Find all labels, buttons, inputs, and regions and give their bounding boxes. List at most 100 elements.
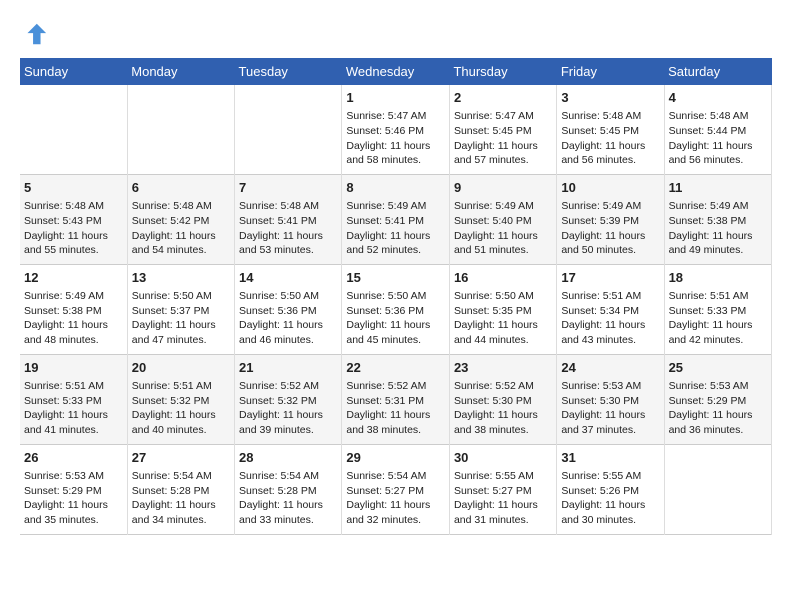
cell-content: Sunrise: 5:52 AMSunset: 5:31 PMDaylight:…: [346, 379, 445, 438]
day-number: 12: [24, 269, 123, 287]
weekday-header: Thursday: [449, 58, 556, 85]
calendar-cell: 11 Sunrise: 5:49 AMSunset: 5:38 PMDayligh…: [664, 174, 771, 264]
day-number: 11: [669, 179, 767, 197]
calendar-cell: [127, 85, 234, 174]
day-number: 30: [454, 449, 552, 467]
weekday-row: SundayMondayTuesdayWednesdayThursdayFrid…: [20, 58, 772, 85]
cell-content: Sunrise: 5:49 AMSunset: 5:40 PMDaylight:…: [454, 199, 552, 258]
calendar-week-row: 19 Sunrise: 5:51 AMSunset: 5:33 PMDayligh…: [20, 354, 772, 444]
day-number: 2: [454, 89, 552, 107]
cell-content: Sunrise: 5:48 AMSunset: 5:44 PMDaylight:…: [669, 109, 767, 168]
logo-icon: [20, 20, 48, 48]
day-number: 14: [239, 269, 337, 287]
day-number: 23: [454, 359, 552, 377]
calendar-cell: 2 Sunrise: 5:47 AMSunset: 5:45 PMDaylight…: [449, 85, 556, 174]
day-number: 6: [132, 179, 230, 197]
calendar-week-row: 1Sunrise: 5:47 AMSunset: 5:46 PMDaylight…: [20, 85, 772, 174]
calendar-cell: 6Sunrise: 5:48 AMSunset: 5:42 PMDaylight…: [127, 174, 234, 264]
cell-content: Sunrise: 5:52 AMSunset: 5:30 PMDaylight:…: [454, 379, 552, 438]
day-number: 25: [669, 359, 767, 377]
calendar-cell: 16 Sunrise: 5:50 AMSunset: 5:35 PMDayligh…: [449, 264, 556, 354]
calendar-cell: 13Sunrise: 5:50 AMSunset: 5:37 PMDayligh…: [127, 264, 234, 354]
calendar-week-row: 12Sunrise: 5:49 AMSunset: 5:38 PMDayligh…: [20, 264, 772, 354]
page-header: [20, 20, 772, 48]
weekday-header: Tuesday: [235, 58, 342, 85]
calendar-cell: [20, 85, 127, 174]
day-number: 24: [561, 359, 659, 377]
calendar-cell: 1Sunrise: 5:47 AMSunset: 5:46 PMDaylight…: [342, 85, 450, 174]
calendar-cell: 5 Sunrise: 5:48 AMSunset: 5:43 PMDaylight…: [20, 174, 127, 264]
day-number: 1: [346, 89, 445, 107]
cell-content: Sunrise: 5:51 AMSunset: 5:34 PMDaylight:…: [561, 289, 659, 348]
cell-content: Sunrise: 5:51 AMSunset: 5:33 PMDaylight:…: [24, 379, 123, 438]
cell-content: Sunrise: 5:48 AMSunset: 5:41 PMDaylight:…: [239, 199, 337, 258]
day-number: 7: [239, 179, 337, 197]
cell-content: Sunrise: 5:54 AMSunset: 5:28 PMDaylight:…: [239, 469, 337, 528]
day-number: 8: [346, 179, 445, 197]
weekday-header: Saturday: [664, 58, 771, 85]
calendar-cell: 24Sunrise: 5:53 AMSunset: 5:30 PMDayligh…: [557, 354, 664, 444]
calendar-cell: 4 Sunrise: 5:48 AMSunset: 5:44 PMDaylight…: [664, 85, 771, 174]
calendar-cell: 7 Sunrise: 5:48 AMSunset: 5:41 PMDaylight…: [235, 174, 342, 264]
day-number: 31: [561, 449, 659, 467]
calendar-cell: 3Sunrise: 5:48 AMSunset: 5:45 PMDaylight…: [557, 85, 664, 174]
calendar-cell: 15Sunrise: 5:50 AMSunset: 5:36 PMDayligh…: [342, 264, 450, 354]
calendar-table: SundayMondayTuesdayWednesdayThursdayFrid…: [20, 58, 772, 535]
cell-content: Sunrise: 5:50 AMSunset: 5:36 PMDaylight:…: [239, 289, 337, 348]
calendar-cell: 31 Sunrise: 5:55 AMSunset: 5:26 PMDayligh…: [557, 444, 664, 534]
calendar-body: 1Sunrise: 5:47 AMSunset: 5:46 PMDaylight…: [20, 85, 772, 534]
cell-content: Sunrise: 5:48 AMSunset: 5:43 PMDaylight:…: [24, 199, 123, 258]
cell-content: Sunrise: 5:54 AMSunset: 5:27 PMDaylight:…: [346, 469, 445, 528]
calendar-cell: 27 Sunrise: 5:54 AMSunset: 5:28 PMDayligh…: [127, 444, 234, 534]
day-number: 16: [454, 269, 552, 287]
calendar-cell: 28Sunrise: 5:54 AMSunset: 5:28 PMDayligh…: [235, 444, 342, 534]
calendar-cell: 12Sunrise: 5:49 AMSunset: 5:38 PMDayligh…: [20, 264, 127, 354]
cell-content: Sunrise: 5:49 AMSunset: 5:41 PMDaylight:…: [346, 199, 445, 258]
calendar-cell: 17 Sunrise: 5:51 AMSunset: 5:34 PMDayligh…: [557, 264, 664, 354]
cell-content: Sunrise: 5:54 AMSunset: 5:28 PMDaylight:…: [132, 469, 230, 528]
day-number: 17: [561, 269, 659, 287]
day-number: 10: [561, 179, 659, 197]
day-number: 9: [454, 179, 552, 197]
calendar-header: SundayMondayTuesdayWednesdayThursdayFrid…: [20, 58, 772, 85]
calendar-cell: 21 Sunrise: 5:52 AMSunset: 5:32 PMDayligh…: [235, 354, 342, 444]
calendar-week-row: 5 Sunrise: 5:48 AMSunset: 5:43 PMDaylight…: [20, 174, 772, 264]
cell-content: Sunrise: 5:52 AMSunset: 5:32 PMDaylight:…: [239, 379, 337, 438]
cell-content: Sunrise: 5:49 AMSunset: 5:38 PMDaylight:…: [669, 199, 767, 258]
cell-content: Sunrise: 5:50 AMSunset: 5:35 PMDaylight:…: [454, 289, 552, 348]
day-number: 19: [24, 359, 123, 377]
calendar-week-row: 26Sunrise: 5:53 AMSunset: 5:29 PMDayligh…: [20, 444, 772, 534]
calendar-cell: 30Sunrise: 5:55 AMSunset: 5:27 PMDayligh…: [449, 444, 556, 534]
cell-content: Sunrise: 5:55 AMSunset: 5:26 PMDaylight:…: [561, 469, 659, 528]
cell-content: Sunrise: 5:53 AMSunset: 5:29 PMDaylight:…: [24, 469, 123, 528]
weekday-header: Sunday: [20, 58, 127, 85]
calendar-cell: 25 Sunrise: 5:53 AMSunset: 5:29 PMDayligh…: [664, 354, 771, 444]
day-number: 5: [24, 179, 123, 197]
day-number: 29: [346, 449, 445, 467]
day-number: 27: [132, 449, 230, 467]
cell-content: Sunrise: 5:50 AMSunset: 5:37 PMDaylight:…: [132, 289, 230, 348]
calendar-cell: 23 Sunrise: 5:52 AMSunset: 5:30 PMDayligh…: [449, 354, 556, 444]
day-number: 22: [346, 359, 445, 377]
calendar-cell: 22 Sunrise: 5:52 AMSunset: 5:31 PMDayligh…: [342, 354, 450, 444]
cell-content: Sunrise: 5:47 AMSunset: 5:45 PMDaylight:…: [454, 109, 552, 168]
weekday-header: Friday: [557, 58, 664, 85]
cell-content: Sunrise: 5:53 AMSunset: 5:29 PMDaylight:…: [669, 379, 767, 438]
weekday-header: Wednesday: [342, 58, 450, 85]
calendar-cell: [664, 444, 771, 534]
cell-content: Sunrise: 5:49 AMSunset: 5:39 PMDaylight:…: [561, 199, 659, 258]
calendar-cell: 29 Sunrise: 5:54 AMSunset: 5:27 PMDayligh…: [342, 444, 450, 534]
day-number: 3: [561, 89, 659, 107]
calendar-cell: 9 Sunrise: 5:49 AMSunset: 5:40 PMDaylight…: [449, 174, 556, 264]
calendar-cell: 8 Sunrise: 5:49 AMSunset: 5:41 PMDaylight…: [342, 174, 450, 264]
calendar-cell: [235, 85, 342, 174]
cell-content: Sunrise: 5:51 AMSunset: 5:33 PMDaylight:…: [669, 289, 767, 348]
day-number: 20: [132, 359, 230, 377]
day-number: 18: [669, 269, 767, 287]
day-number: 4: [669, 89, 767, 107]
logo: [20, 20, 50, 48]
calendar-cell: 10 Sunrise: 5:49 AMSunset: 5:39 PMDayligh…: [557, 174, 664, 264]
weekday-header: Monday: [127, 58, 234, 85]
cell-content: Sunrise: 5:51 AMSunset: 5:32 PMDaylight:…: [132, 379, 230, 438]
day-number: 21: [239, 359, 337, 377]
